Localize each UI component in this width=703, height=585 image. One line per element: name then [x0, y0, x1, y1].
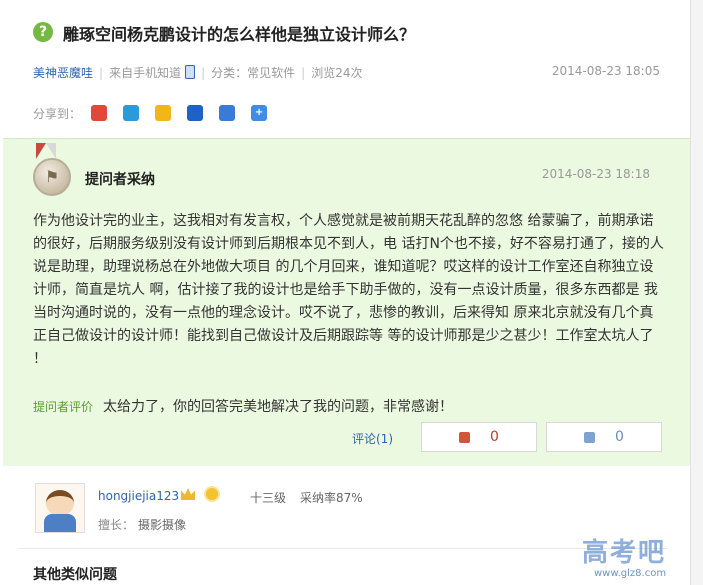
- comment-link[interactable]: 评论(1): [352, 430, 393, 447]
- answer-line: 作为他设计完的业主，这我相对有发言权，个人感觉就是被前期天花乱醉的忽悠 给蒙骗了…: [33, 213, 654, 229]
- sun-icon: [206, 488, 218, 500]
- answer-text: 作为他设计完的业主，这我相对有发言权，个人感觉就是被前期天花乱醉的忽悠 给蒙骗了…: [33, 210, 669, 371]
- section-divider: [18, 548, 668, 549]
- downvote-button[interactable]: 0: [546, 422, 662, 452]
- answerer-level: 十三级: [250, 491, 287, 505]
- question-icon: ?: [33, 22, 53, 42]
- question-page: ? 雕琢空间杨克鹏设计的怎么样他是独立设计师么？ 美神恶魔哇 | 来自手机知道 | 分类…: [0, 0, 691, 585]
- tieba-icon[interactable]: [219, 105, 236, 121]
- answer-line: 说是助理，助理说杨总在外地做大项目 的几个月回来，谁知道呢？哎这样的设计工作室还…: [33, 259, 654, 275]
- thumbs-up-icon: [459, 431, 471, 443]
- weibo-icon[interactable]: [91, 105, 108, 121]
- qq-weibo-icon[interactable]: [155, 105, 172, 121]
- answer-line: 当时沟通时说的，没有一点他的理念设计。哎不说了，悲惨的教训，后来得知 原来北京就…: [33, 305, 654, 321]
- avatar[interactable]: [35, 483, 85, 533]
- more-share-icon[interactable]: +: [251, 105, 268, 121]
- answer-line: 的很好，后期服务级别没有设计师到后期根本见不到人，电 话打N个也不接，好不容易打…: [33, 236, 664, 252]
- answer-line: ！: [33, 351, 47, 367]
- thumbs-down-icon: [584, 431, 596, 443]
- downvote-count: 0: [615, 429, 624, 445]
- similar-questions-heading: 其他类似问题: [33, 567, 117, 583]
- source-label: 来自手机知道: [109, 66, 182, 80]
- asker-comment: 提问者评价 太给力了，你的回答完美地解决了我的问题，非常感谢！: [33, 396, 453, 416]
- upvote-count: 0: [490, 429, 499, 445]
- expertise-label: 擅长：: [98, 518, 135, 532]
- share-label: 分享到：: [33, 106, 82, 121]
- asker-comment-text: 太给力了，你的回答完美地解决了我的问题，非常感谢！: [103, 399, 454, 415]
- answer-date: 2014-08-23 18:18: [541, 167, 650, 181]
- renren-icon[interactable]: [187, 105, 204, 121]
- answerer-username[interactable]: hongjiejia123: [98, 489, 179, 503]
- upvote-button[interactable]: 0: [421, 422, 537, 452]
- medal-icon: ⚑: [33, 158, 71, 196]
- medal-ribbon-icon: [36, 143, 56, 159]
- question-date: 2014-08-23 18:05: [551, 64, 660, 78]
- view-count: 浏览24次: [311, 66, 363, 80]
- answerer-expertise: 擅长： 摄影摄像: [98, 516, 186, 533]
- scrollbar[interactable]: [691, 0, 703, 585]
- adoption-rate: 采纳率87%: [300, 491, 363, 505]
- answer-line: 正自己做设计的设计师！能找到自己做设计及后期跟踪等 等的设计师那是少之甚少！工作…: [33, 328, 654, 344]
- category-label: 分类：常见软件: [211, 66, 296, 80]
- asker-comment-label: 提问者评价: [33, 400, 94, 414]
- expertise-value: 摄影摄像: [138, 518, 187, 532]
- answer-line: 计师，简直是坑人 啊，估计接了我的设计也是给手下助手做的，没有一点设计质量，很多…: [33, 282, 658, 298]
- adopted-by-asker-label: 提问者采纳: [85, 172, 155, 188]
- question-meta: 美神恶魔哇 | 来自手机知道 | 分类：常见软件 | 浏览24次 2014-08-23 18…: [33, 64, 660, 80]
- crown-icon: [181, 488, 195, 500]
- question-title: 雕琢空间杨克鹏设计的怎么样他是独立设计师么？: [63, 25, 416, 44]
- mobile-phone-icon: [185, 65, 196, 79]
- share-bar: 分享到： +: [33, 104, 283, 122]
- watermark-text: 高考吧: [582, 538, 667, 568]
- qzone-icon[interactable]: [123, 105, 140, 121]
- author-link[interactable]: 美神恶魔哇: [33, 66, 93, 80]
- watermark-logo: 高考吧 www.glz8.com: [582, 532, 702, 582]
- watermark-url: www.glz8.com: [594, 568, 667, 579]
